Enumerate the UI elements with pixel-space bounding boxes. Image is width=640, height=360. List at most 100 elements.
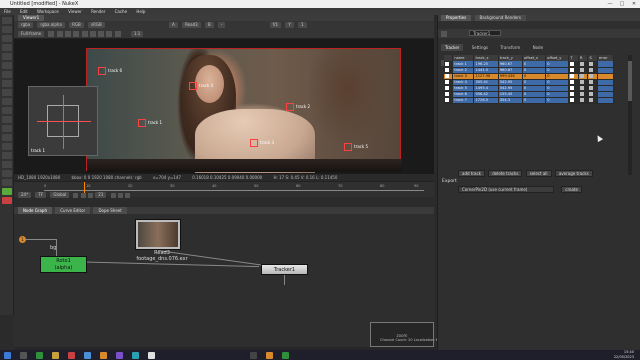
zoom-in-icon[interactable] — [48, 31, 55, 37]
app-icon[interactable] — [36, 352, 43, 359]
enable-checkbox[interactable] — [445, 80, 449, 84]
image-tool-icon[interactable] — [2, 17, 12, 24]
colorspace-select[interactable]: RGB — [69, 22, 84, 28]
tab-dope-sheet[interactable]: Dope Sheet — [93, 207, 127, 214]
enable-checkbox[interactable] — [445, 98, 449, 102]
app-icon[interactable] — [148, 352, 155, 359]
r-checkbox[interactable] — [579, 68, 584, 72]
track-x[interactable]: 1726.5 — [473, 97, 499, 104]
nuke-logo-icon[interactable] — [2, 197, 12, 204]
t-checkbox[interactable] — [570, 74, 575, 78]
keyer-tool-icon[interactable] — [2, 71, 12, 78]
menu-workspace[interactable]: Workspace — [37, 9, 59, 14]
menu-file[interactable]: File — [4, 9, 11, 14]
air-tool-icon[interactable] — [2, 179, 12, 186]
zoom-out-icon[interactable] — [56, 31, 63, 37]
menu-viewer[interactable]: Viewer — [68, 9, 82, 14]
t-checkbox[interactable] — [570, 80, 575, 84]
play-icon[interactable] — [89, 31, 96, 37]
t-checkbox[interactable] — [570, 92, 575, 96]
last-frame-icon[interactable] — [125, 192, 131, 198]
prev-key-icon[interactable] — [80, 192, 86, 198]
select-all-button[interactable]: select all — [525, 170, 552, 177]
maximize-button[interactable]: □ — [616, 0, 628, 8]
app-icon[interactable] — [282, 352, 289, 359]
scrollbar-thumb[interactable] — [628, 61, 632, 101]
track-marker-6[interactable]: track 6 — [98, 67, 122, 75]
merge-tool-icon[interactable] — [2, 80, 12, 87]
input-b-select[interactable]: - — [218, 22, 226, 28]
fps-field[interactable]: 24* — [18, 192, 32, 198]
particles-tool-icon[interactable] — [2, 134, 12, 141]
tf-field[interactable]: TF — [35, 192, 47, 198]
draw-tool-icon[interactable] — [2, 26, 12, 33]
enable-checkbox[interactable] — [445, 74, 449, 78]
last-frame-icon[interactable] — [114, 31, 121, 37]
search-icon[interactable] — [20, 352, 27, 359]
tab-properties[interactable]: Properties — [441, 15, 472, 21]
system-clock[interactable]: 15:40 22/05/2023 — [614, 350, 634, 360]
offset-x[interactable]: 0 — [522, 97, 547, 104]
minimize-button[interactable]: — — [604, 0, 616, 8]
browser-icon[interactable] — [84, 352, 91, 359]
channel-select[interactable]: rgba.alpha — [37, 22, 65, 28]
channel-tool-icon[interactable] — [2, 44, 12, 51]
pause-icon[interactable] — [98, 31, 105, 37]
delete-tracks-button[interactable]: delete tracks — [488, 170, 523, 177]
track-marker-5[interactable]: track 5 — [344, 143, 368, 151]
track-name[interactable]: track 7 — [452, 97, 475, 104]
s-checkbox[interactable] — [589, 92, 594, 96]
gamma-value[interactable]: 1 — [298, 22, 307, 28]
r-checkbox[interactable] — [579, 86, 584, 90]
r-checkbox[interactable] — [579, 92, 584, 96]
track-marker-4[interactable]: track 4 — [189, 82, 213, 90]
menu-render[interactable]: Render — [91, 9, 105, 14]
r-checkbox[interactable] — [579, 74, 584, 78]
play-backward-icon[interactable] — [88, 192, 94, 198]
first-frame-icon[interactable] — [73, 192, 79, 198]
folder-icon[interactable] — [100, 352, 107, 359]
filter-tool-icon[interactable] — [2, 62, 12, 69]
roto1-node[interactable]: Roto1 (alpha) — [40, 256, 87, 273]
windows-start-icon[interactable] — [4, 352, 11, 359]
offset-y[interactable]: 0 — [545, 97, 570, 104]
t-checkbox[interactable] — [570, 98, 575, 102]
subtab-settings[interactable]: Settings — [468, 44, 492, 51]
time-tool-icon[interactable] — [2, 35, 12, 42]
app-icon[interactable] — [132, 352, 139, 359]
next-key-icon[interactable] — [117, 192, 123, 198]
s-checkbox[interactable] — [589, 80, 594, 84]
s-checkbox[interactable] — [589, 61, 594, 66]
input-a-label[interactable]: A — [169, 22, 178, 28]
scale-field[interactable]: 1.1 — [130, 31, 144, 37]
app-icon[interactable] — [266, 352, 273, 359]
3d-tool-icon[interactable] — [2, 98, 12, 105]
track-marker-2[interactable]: track 2 — [286, 103, 310, 111]
r-checkbox[interactable] — [579, 80, 584, 84]
t-checkbox[interactable] — [570, 61, 575, 66]
transform-tool-icon[interactable] — [2, 89, 12, 96]
metadata-tool-icon[interactable] — [2, 116, 12, 123]
menu-help[interactable]: Help — [136, 9, 145, 14]
enable-checkbox[interactable] — [445, 92, 449, 96]
table-row[interactable]: track 7 1726.5 354.3 0 0 — [444, 97, 615, 104]
s-checkbox[interactable] — [589, 68, 594, 72]
furnace-tool-icon[interactable] — [2, 161, 12, 168]
views-tool-icon[interactable] — [2, 107, 12, 114]
app-icon[interactable] — [250, 352, 257, 359]
input-b-label[interactable]: B — [204, 22, 214, 28]
menu-cache[interactable]: Cache — [115, 9, 127, 14]
tab-curve-editor[interactable]: Curve Editor — [55, 207, 91, 214]
toolsets-tool-icon[interactable] — [2, 125, 12, 132]
tab-node-graph[interactable]: Node Graph — [18, 207, 52, 214]
s-checkbox[interactable] — [589, 98, 594, 102]
enable-checkbox[interactable] — [445, 86, 449, 90]
input-a-select[interactable]: Read3 — [182, 22, 201, 28]
s-checkbox[interactable] — [589, 86, 594, 90]
timeline[interactable]: 0 10 20 30 40 50 60 70 80 90 24* TF Glob… — [14, 181, 434, 198]
viewer-canvas[interactable]: track 1 track 1 track 2 track 3 track 4 … — [14, 39, 434, 174]
app-icon[interactable] — [68, 352, 75, 359]
next-frame-icon[interactable] — [106, 31, 113, 37]
roi-icon[interactable] — [65, 31, 71, 37]
node-name-field[interactable]: Tracker1 — [469, 30, 502, 36]
